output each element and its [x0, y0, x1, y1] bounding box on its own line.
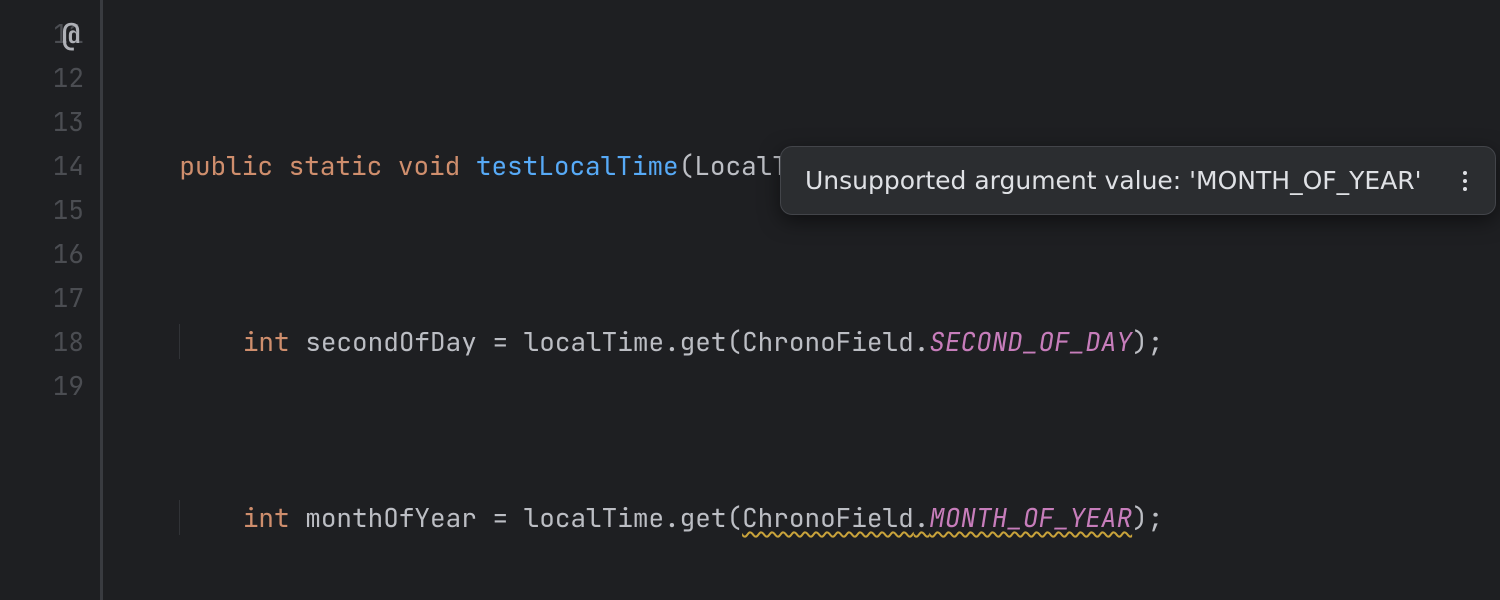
keyword-void: void — [398, 148, 460, 183]
enum-constant: SECOND_OF_DAY — [929, 324, 1132, 359]
enum-class: ChronoField — [742, 324, 914, 359]
enum-constant-warning: MONTH_OF_YEAR — [929, 500, 1132, 535]
method-name: testLocalTime — [476, 148, 679, 183]
line-number: 14 — [0, 144, 90, 188]
line-number: 19 — [0, 364, 90, 408]
keyword-int: int — [243, 324, 290, 359]
code-line[interactable]: int monthOfYear = localTime.get(ChronoFi… — [117, 496, 1500, 540]
keyword-public: public — [179, 148, 273, 183]
keyword-static: static — [289, 148, 383, 183]
tooltip-message: Unsupported argument value: 'MONTH_OF_YE… — [805, 163, 1422, 198]
line-number: 18 — [0, 320, 90, 364]
inspection-tooltip[interactable]: Unsupported argument value: 'MONTH_OF_YE… — [780, 146, 1496, 215]
paren-open: ( — [679, 148, 695, 183]
enum-class-warning: ChronoField — [742, 500, 914, 535]
code-area[interactable]: public static void testLocalTime(LocalTi… — [103, 0, 1500, 600]
more-actions-icon[interactable] — [1459, 167, 1471, 195]
indent-guide — [179, 324, 180, 359]
line-number: 17 — [0, 276, 90, 320]
code-editor: 11 12 13 14 15 16 17 18 19 @ public stat… — [0, 0, 1500, 600]
indent-guide — [179, 500, 180, 535]
line-number: 15 — [0, 188, 90, 232]
line-number: 13 — [0, 100, 90, 144]
line-number-gutter: 11 12 13 14 15 16 17 18 19 @ — [0, 0, 100, 600]
line-number: 16 — [0, 232, 90, 276]
variable: monthOfYear — [305, 500, 477, 535]
keyword-int: int — [243, 500, 290, 535]
variable: secondOfDay — [305, 324, 477, 359]
line-number: 12 — [0, 56, 90, 100]
code-line[interactable]: int secondOfDay = localTime.get(ChronoFi… — [117, 320, 1500, 364]
override-gutter-icon[interactable]: @ — [62, 12, 80, 56]
receiver: localTime — [524, 500, 664, 535]
receiver: localTime — [524, 324, 664, 359]
